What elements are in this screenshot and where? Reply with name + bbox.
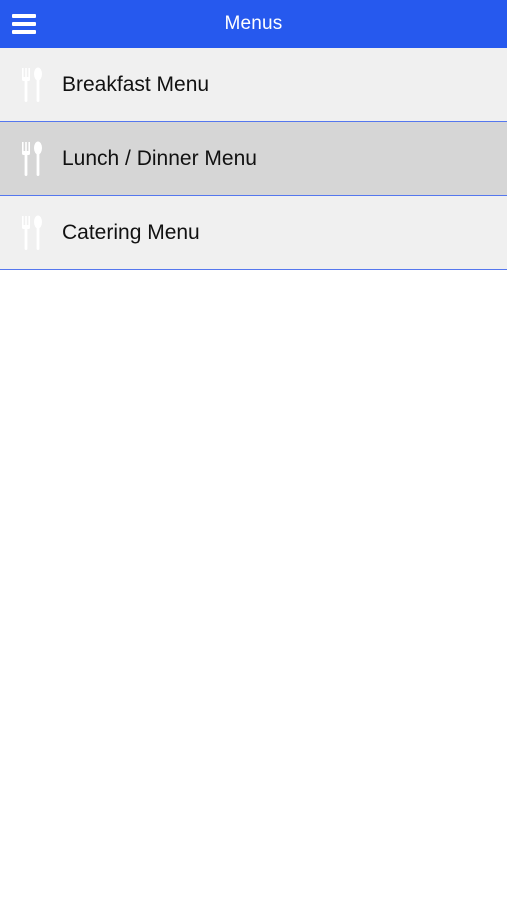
fork-spoon-icon (22, 141, 42, 176)
fork-spoon-icon (22, 67, 42, 102)
hamburger-menu-icon[interactable] (12, 12, 36, 36)
menu-item-lunch-dinner[interactable]: Lunch / Dinner Menu (0, 122, 507, 196)
menu-item-label: Lunch / Dinner Menu (62, 146, 257, 170)
header-bar: Menus (0, 0, 507, 48)
menu-item-label: Breakfast Menu (62, 72, 210, 96)
menu-list: Breakfast Menu Lunch / Dinner Menu Cater… (0, 48, 507, 270)
page-title: Menus (224, 13, 283, 34)
menu-item-label: Catering Menu (62, 220, 200, 244)
menu-item-catering[interactable]: Catering Menu (0, 196, 507, 270)
fork-spoon-icon (22, 215, 42, 250)
app-screen: Menus Breakfast Menu Lunch / Dinner Menu… (0, 0, 507, 900)
menu-item-breakfast[interactable]: Breakfast Menu (0, 48, 507, 122)
